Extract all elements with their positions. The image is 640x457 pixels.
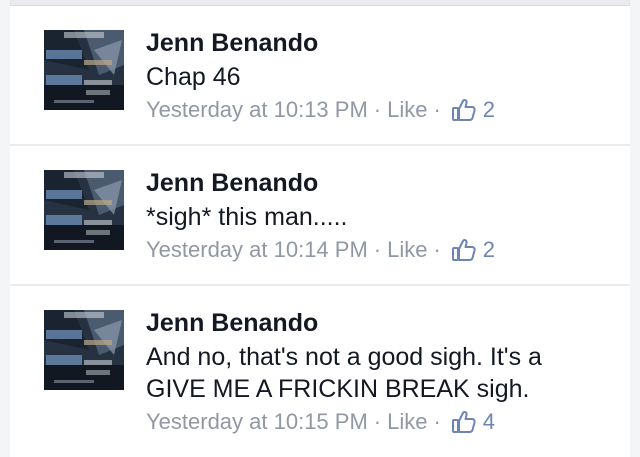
meta-separator: · xyxy=(373,97,382,122)
comment-thread: Jenn Benando Chap 46 Yesterday at 10:13 … xyxy=(0,0,640,457)
book-cover-icon xyxy=(44,310,124,390)
comment-text: And no, that's not a good sigh. It's a G… xyxy=(146,343,542,403)
comment-timestamp[interactable]: Yesterday at 10:14 PM xyxy=(146,235,368,265)
comment-author[interactable]: Jenn Benando xyxy=(146,168,318,198)
like-count[interactable]: 4 xyxy=(483,407,495,437)
thumbs-up-icon[interactable] xyxy=(451,97,477,123)
like-button[interactable]: Like xyxy=(387,95,427,125)
comment-text: Chap 46 xyxy=(146,63,241,91)
avatar[interactable] xyxy=(44,30,124,110)
meta-separator: · xyxy=(433,97,441,122)
avatar[interactable] xyxy=(44,170,124,250)
like-count[interactable]: 2 xyxy=(483,235,495,265)
comment-meta: Yesterday at 10:13 PM · Like · 2 xyxy=(146,95,495,125)
like-button[interactable]: Like xyxy=(387,407,427,437)
meta-separator: · xyxy=(433,237,441,262)
comment-timestamp[interactable]: Yesterday at 10:15 PM xyxy=(146,407,368,437)
avatar[interactable] xyxy=(44,310,124,390)
comment-meta: Yesterday at 10:15 PM · Like · 4 xyxy=(146,407,495,437)
comment-meta: Yesterday at 10:14 PM · Like · 2 xyxy=(146,235,495,265)
meta-separator: · xyxy=(373,409,382,434)
comment-author[interactable]: Jenn Benando xyxy=(146,308,318,338)
comment-item: Jenn Benando Chap 46 Yesterday at 10:13 … xyxy=(10,6,630,146)
book-cover-icon xyxy=(44,30,124,110)
like-button[interactable]: Like xyxy=(387,235,427,265)
comment-item: Jenn Benando *sigh* this man..... Yester… xyxy=(10,146,630,286)
right-gutter xyxy=(629,0,640,457)
meta-separator: · xyxy=(433,409,441,434)
book-cover-icon xyxy=(44,170,124,250)
comment-timestamp[interactable]: Yesterday at 10:13 PM xyxy=(146,95,368,125)
thumbs-up-icon[interactable] xyxy=(451,237,477,263)
comment-item: Jenn Benando And no, that's not a good s… xyxy=(10,286,630,457)
comment-text: *sigh* this man..... xyxy=(146,203,348,231)
thumbs-up-icon[interactable] xyxy=(451,409,477,435)
meta-separator: · xyxy=(373,237,382,262)
comment-author[interactable]: Jenn Benando xyxy=(146,28,318,58)
like-count[interactable]: 2 xyxy=(483,95,495,125)
